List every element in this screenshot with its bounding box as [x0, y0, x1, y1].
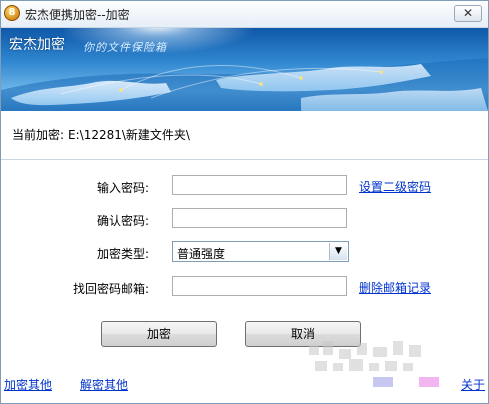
set-second-password-link[interactable]: 设置二级密码	[359, 178, 431, 195]
globe-banner-image	[1, 28, 488, 111]
dropdown-arrow-icon[interactable]: ▼	[329, 243, 347, 260]
current-path-value: E:\12281\新建文件夹\	[68, 128, 190, 142]
window-title: 宏杰便携加密--加密	[25, 8, 130, 22]
encrypt-other-link[interactable]: 加密其他	[4, 376, 52, 393]
confirm-password-input[interactable]	[172, 208, 347, 228]
divider	[1, 159, 488, 161]
current-path-row: 当前加密: E:\12281\新建文件夹\	[12, 126, 190, 143]
about-link[interactable]: 关于	[461, 376, 485, 393]
close-icon: ✕	[462, 6, 474, 20]
confirm-password-label: 确认密码:	[96, 214, 149, 228]
encrypt-type-value: 普通强度	[177, 247, 226, 261]
recovery-email-input[interactable]	[172, 276, 347, 296]
watermark-block	[419, 377, 439, 387]
watermark-block	[373, 377, 393, 387]
banner: 宏杰加密 你的文件保险箱	[1, 28, 488, 111]
title-bar[interactable]: 8 宏杰便携加密--加密 ✕	[1, 1, 488, 28]
password-label: 输入密码:	[96, 181, 149, 195]
encrypt-type-select[interactable]: 普通强度 ▼	[172, 241, 349, 262]
recovery-email-label: 找回密码邮箱:	[72, 282, 149, 296]
watermark-image	[309, 341, 421, 371]
encrypt-button[interactable]: 加密	[101, 321, 217, 347]
decrypt-other-link[interactable]: 解密其他	[80, 376, 128, 393]
lock-icon: 8	[4, 5, 20, 21]
password-input[interactable]	[172, 175, 347, 195]
close-button[interactable]: ✕	[454, 5, 482, 22]
current-path-label: 当前加密:	[12, 128, 65, 142]
brand-name: 宏杰加密	[9, 37, 65, 53]
encrypt-type-label: 加密类型:	[96, 247, 149, 261]
encrypt-dialog: 8 宏杰便携加密--加密 ✕ 宏杰加密 你的文件保险箱 当前加密: E:\122…	[0, 0, 489, 404]
brand-slogan: 你的文件保险箱	[83, 41, 167, 54]
delete-email-record-link[interactable]: 删除邮箱记录	[359, 279, 431, 296]
